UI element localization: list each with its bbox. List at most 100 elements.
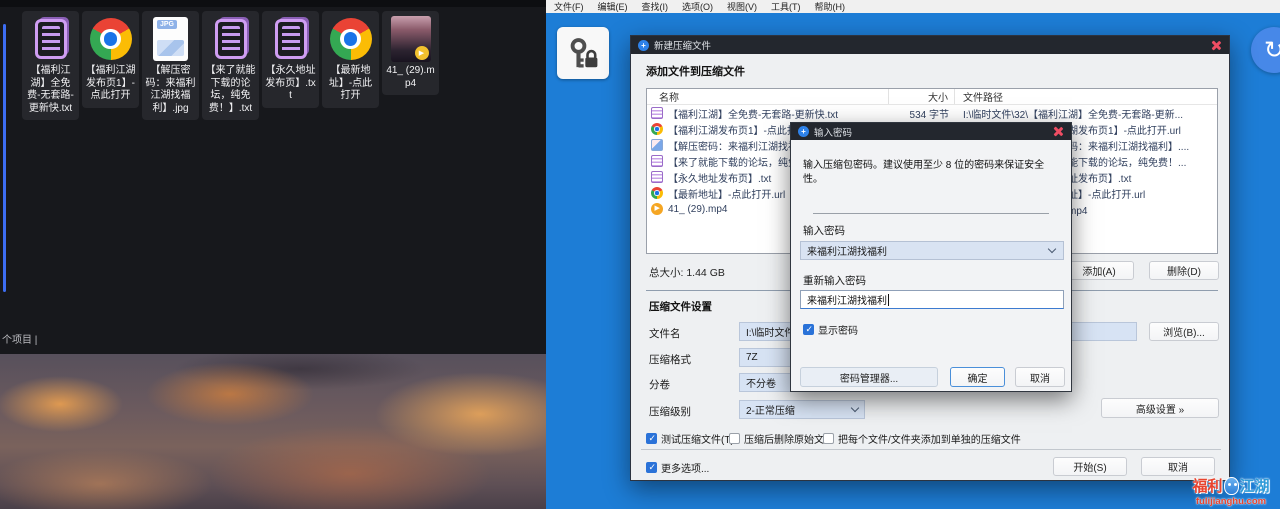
- password-manager-button[interactable]: 密码管理器...: [800, 367, 938, 387]
- menu-help[interactable]: 帮助(H): [815, 0, 846, 13]
- dialog-titlebar[interactable]: + 新建压缩文件: [631, 36, 1229, 54]
- close-icon[interactable]: [1051, 125, 1064, 138]
- url-file-icon: [651, 187, 663, 199]
- add-button[interactable]: 添加(A): [1064, 261, 1134, 280]
- archive-app-icon: +: [798, 126, 809, 137]
- file-name-cell: 【最新地址】-点此打开.url: [668, 186, 785, 201]
- filename-label: 文件名: [649, 326, 681, 341]
- desktop-icon-label: 【福利江湖】全免费-无套路-更新快.txt: [24, 65, 77, 115]
- separate-archives-checkbox[interactable]: 把每个文件/文件夹添加到单独的压缩文件: [823, 431, 1021, 446]
- show-password-checkbox[interactable]: 显示密码: [803, 322, 858, 337]
- menu-options[interactable]: 选项(O): [682, 0, 713, 13]
- test-archive-checkbox[interactable]: 测试压缩文件(T): [646, 431, 734, 446]
- advanced-settings-button[interactable]: 高级设置 »: [1101, 398, 1219, 418]
- password-key-button[interactable]: [557, 27, 609, 79]
- items-count-status: 个项目 |: [2, 331, 37, 346]
- level-label: 压缩级别: [649, 404, 691, 419]
- desktop-icon-label: 【永久地址发布页】.txt: [264, 65, 317, 103]
- desktop-icon[interactable]: 【福利江湖】全免费-无套路-更新快.txt: [22, 11, 79, 120]
- desktop-icon[interactable]: ▶ 41_ (29).mp4: [382, 11, 439, 95]
- list-header: 名称 大小 文件路径: [647, 89, 1217, 105]
- dialog-title: 输入密码: [814, 125, 1046, 139]
- chrome-icon: [90, 15, 132, 63]
- logo-site: fulijianghu.com: [1184, 496, 1278, 507]
- divider: [813, 213, 1049, 214]
- menu-view[interactable]: 视图(V): [727, 0, 757, 13]
- start-button[interactable]: 开始(S): [1053, 457, 1127, 476]
- desktop-icon-label: 【最新地址】-点此打开: [324, 65, 377, 103]
- menu-file[interactable]: 文件(F): [554, 0, 584, 13]
- desktop-icons: 【福利江湖】全免费-无套路-更新快.txt 【福利江湖发布页1】-点此打开 JP…: [22, 11, 439, 120]
- close-icon[interactable]: [1209, 39, 1222, 52]
- settings-heading: 压缩文件设置: [649, 299, 712, 314]
- file-row[interactable]: 【福利江湖】全免费-无套路-更新快.txt 534 字节 I:\临时文件\32\…: [647, 105, 1217, 121]
- password-combo[interactable]: 来福利江湖找福利: [800, 241, 1064, 260]
- text-file-icon: [275, 15, 307, 63]
- text-file-icon: [215, 15, 247, 63]
- delete-after-checkbox[interactable]: 压缩后删除原始文件: [729, 431, 834, 446]
- chevron-down-icon: [851, 404, 859, 412]
- desktop-icon[interactable]: 【永久地址发布页】.txt: [262, 11, 319, 108]
- dialog-title: 新建压缩文件: [654, 38, 1204, 52]
- more-options-checkbox[interactable]: 更多选项...: [646, 460, 709, 475]
- text-file-icon: [35, 15, 67, 63]
- password-hint: 输入压缩包密码。建议使用至少 8 位的密码来保证安全性。: [803, 159, 1063, 187]
- desktop-top-strip: [0, 0, 546, 7]
- chrome-icon: [330, 15, 372, 63]
- key-lock-icon: [565, 35, 601, 71]
- menu-tools[interactable]: 工具(T): [771, 0, 801, 13]
- logo-text-left: 福利: [1192, 475, 1222, 496]
- checkbox-checked-icon[interactable]: [646, 462, 657, 473]
- desktop-icon-label: 【解压密码：来福利江湖找福利】.jpg: [144, 65, 197, 115]
- format-label: 压缩格式: [649, 352, 691, 367]
- file-name-cell: 【福利江湖】全免费-无套路-更新快.txt: [668, 106, 838, 121]
- checkbox-unchecked-icon[interactable]: [729, 433, 740, 444]
- scrollbar-accent[interactable]: [3, 24, 6, 292]
- checkbox-unchecked-icon[interactable]: [823, 433, 834, 444]
- dialog-titlebar[interactable]: + 输入密码: [791, 123, 1071, 140]
- reenter-password-input[interactable]: 来福利江湖找福利: [800, 290, 1064, 309]
- password-dialog: + 输入密码 输入压缩包密码。建议使用至少 8 位的密码来保证安全性。 输入密码…: [790, 122, 1072, 392]
- file-name-cell: 【永久地址发布页】.txt: [668, 170, 771, 185]
- media-file-icon: [651, 203, 663, 215]
- menu-find[interactable]: 查找(I): [642, 0, 669, 13]
- checkbox-checked-icon[interactable]: [646, 433, 657, 444]
- file-size-cell: 534 字节: [889, 106, 955, 121]
- column-path[interactable]: 文件路径: [955, 89, 1217, 104]
- desktop-icon[interactable]: 【福利江湖发布页1】-点此打开: [82, 11, 139, 108]
- screen: 【福利江湖】全免费-无套路-更新快.txt 【福利江湖发布页1】-点此打开 JP…: [0, 0, 1280, 509]
- text-file-icon: [651, 171, 663, 183]
- checkbox-checked-icon[interactable]: [803, 324, 814, 335]
- desktop-icon[interactable]: JPG 【解压密码：来福利江湖找福利】.jpg: [142, 11, 199, 120]
- ok-button[interactable]: 确定: [950, 367, 1005, 387]
- desktop-pane: 【福利江湖】全免费-无套路-更新快.txt 【福利江湖发布页1】-点此打开 JP…: [0, 0, 546, 509]
- mascot-icon: [1224, 477, 1239, 495]
- file-name-cell: 41_ (29).mp4: [668, 204, 727, 215]
- fulijianghu-watermark: 福利 江湖 fulijianghu.com: [1184, 475, 1278, 507]
- archive-app-icon: +: [638, 40, 649, 51]
- column-size[interactable]: 大小: [889, 89, 955, 104]
- desktop-icon[interactable]: 【来了就能下载的论坛，纯免费！】.txt: [202, 11, 259, 120]
- enter-password-label: 输入密码: [803, 223, 845, 238]
- refresh-icon: ↻: [1264, 36, 1280, 65]
- reenter-password-label: 重新输入密码: [803, 273, 866, 288]
- menu-edit[interactable]: 编辑(E): [598, 0, 628, 13]
- desktop-icon[interactable]: 【最新地址】-点此打开: [322, 11, 379, 108]
- text-caret: [888, 294, 889, 306]
- text-file-icon: [651, 155, 663, 167]
- jpg-badge: JPG: [157, 20, 177, 29]
- cancel-button[interactable]: 取消: [1015, 367, 1065, 387]
- file-path-cell: I:\临时文件\32\【福利江湖】全免费-无套路-更新...: [955, 106, 1217, 121]
- logo-text-right: 江湖: [1240, 475, 1270, 496]
- menu-bar: 文件(F) 编辑(E) 查找(I) 选项(O) 视图(V) 工具(T) 帮助(H…: [546, 0, 1280, 13]
- image-file-icon: [651, 139, 663, 151]
- browse-button[interactable]: 浏览(B)...: [1149, 322, 1219, 341]
- cancel-button[interactable]: 取消: [1141, 457, 1215, 476]
- column-name[interactable]: 名称: [647, 89, 889, 104]
- video-thumbnail: ▶: [391, 15, 431, 63]
- level-select[interactable]: 2-正常压缩: [739, 400, 865, 419]
- play-icon: ▶: [415, 46, 429, 60]
- jpg-file-icon: JPG: [153, 15, 188, 63]
- delete-button[interactable]: 删除(D): [1149, 261, 1219, 280]
- desktop-icon-label: 【来了就能下载的论坛，纯免费！】.txt: [204, 65, 257, 115]
